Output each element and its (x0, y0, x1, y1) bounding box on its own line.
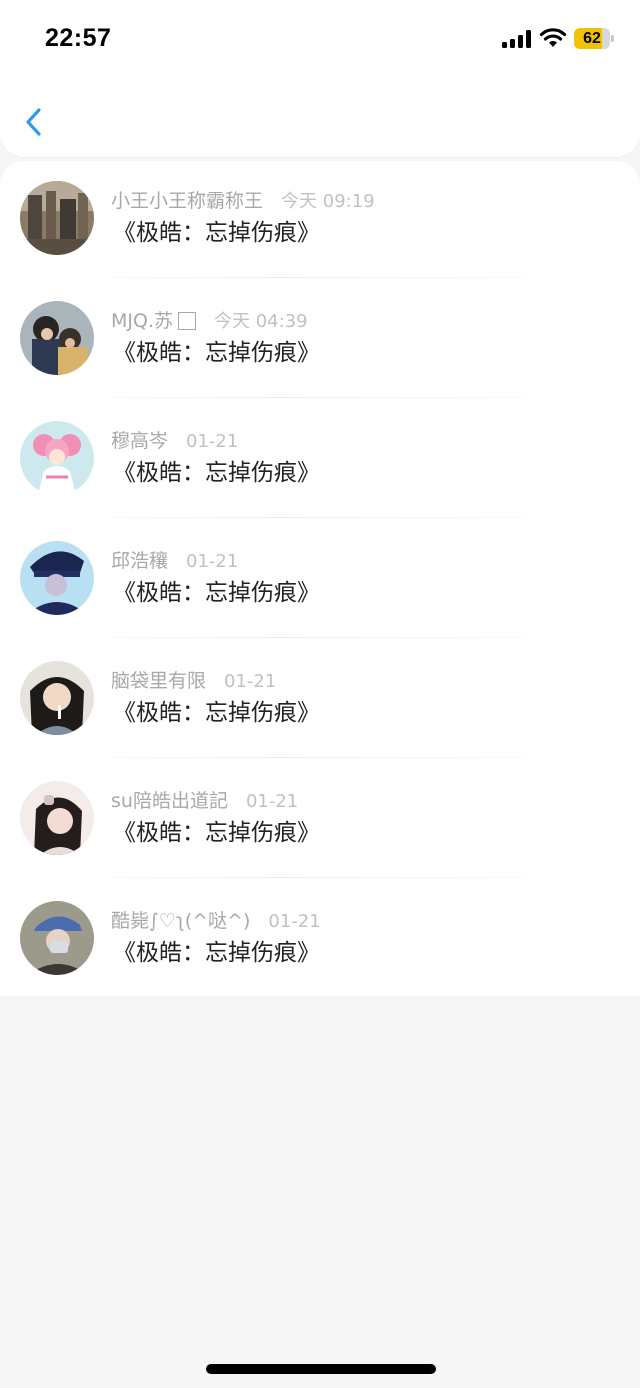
comment-title: 《极皓：忘掉伤痕》 (113, 220, 320, 246)
username[interactable]: su陪皓出道記 (111, 790, 228, 812)
divider (111, 517, 531, 518)
comment-meta: 脑袋里有限 01-21 (111, 667, 276, 695)
comment-title: 《极皓：忘掉伤痕》 (113, 940, 320, 966)
list-item[interactable]: 穆高岑 01-21 《极皓：忘掉伤痕》 (0, 401, 640, 521)
list-item[interactable]: 酷毙∫♡ʅ(^哒^) 01-21 《极皓：忘掉伤痕》 (0, 881, 640, 1001)
comment-meta: su陪皓出道記 01-21 (111, 787, 298, 815)
missing-glyph-icon (178, 312, 196, 330)
comment-meta: MJQ.苏 今天 04:39 (111, 307, 308, 335)
timestamp: 01-21 (268, 911, 321, 932)
divider (111, 277, 531, 278)
avatar[interactable] (20, 301, 94, 375)
username[interactable]: 酷毙∫♡ʅ(^哒^) (111, 910, 250, 932)
divider (111, 877, 531, 878)
list-item[interactable]: 邱浩穰 01-21 《极皓：忘掉伤痕》 (0, 521, 640, 641)
battery-icon: 62 (574, 28, 614, 49)
timestamp: 今天 04:39 (214, 311, 308, 332)
status-bar: 22:57 62 (0, 0, 640, 80)
avatar[interactable] (20, 541, 94, 615)
timestamp: 01-21 (224, 671, 277, 692)
status-time: 22:57 (45, 24, 112, 52)
comment-meta: 小王小王称霸称王 今天 09:19 (111, 187, 375, 215)
avatar[interactable] (20, 661, 94, 735)
header: 22:57 62 (0, 0, 640, 157)
battery-level: 62 (583, 30, 601, 47)
avatar[interactable] (20, 421, 94, 495)
back-button[interactable] (20, 102, 50, 142)
home-indicator[interactable] (206, 1364, 436, 1374)
comment-meta: 邱浩穰 01-21 (111, 547, 238, 575)
divider (111, 637, 531, 638)
list-item[interactable]: 小王小王称霸称王 今天 09:19 《极皓：忘掉伤痕》 (0, 161, 640, 281)
comment-list: 小王小王称霸称王 今天 09:19 《极皓：忘掉伤痕》 MJQ.苏 今天 04:39… (0, 161, 640, 996)
comment-title: 《极皓：忘掉伤痕》 (113, 700, 320, 726)
timestamp: 01-21 (186, 551, 239, 572)
avatar[interactable] (20, 781, 94, 855)
comment-title: 《极皓：忘掉伤痕》 (113, 340, 320, 366)
list-item[interactable]: 脑袋里有限 01-21 《极皓：忘掉伤痕》 (0, 641, 640, 761)
username[interactable]: MJQ.苏 (111, 310, 173, 332)
avatar[interactable] (20, 901, 94, 975)
comment-title: 《极皓：忘掉伤痕》 (113, 460, 320, 486)
chevron-left-icon (26, 108, 41, 136)
comment-title: 《极皓：忘掉伤痕》 (113, 580, 320, 606)
wifi-icon (539, 28, 567, 48)
cellular-signal-icon (502, 30, 532, 48)
comment-title: 《极皓：忘掉伤痕》 (113, 820, 320, 846)
list-item[interactable]: su陪皓出道記 01-21 《极皓：忘掉伤痕》 (0, 761, 640, 881)
username[interactable]: 邱浩穰 (111, 550, 168, 572)
timestamp: 今天 09:19 (281, 191, 375, 212)
timestamp: 01-21 (186, 431, 239, 452)
comment-meta: 穆高岑 01-21 (111, 427, 238, 455)
timestamp: 01-21 (245, 791, 299, 812)
divider (111, 757, 531, 758)
username[interactable]: 小王小王称霸称王 (111, 190, 263, 212)
comment-meta: 酷毙∫♡ʅ(^哒^) 01-21 (111, 907, 321, 935)
divider (111, 397, 531, 398)
username[interactable]: 脑袋里有限 (111, 670, 206, 692)
list-item[interactable]: MJQ.苏 今天 04:39 《极皓：忘掉伤痕》 (0, 281, 640, 401)
username[interactable]: 穆高岑 (111, 430, 168, 452)
avatar[interactable] (20, 181, 94, 255)
